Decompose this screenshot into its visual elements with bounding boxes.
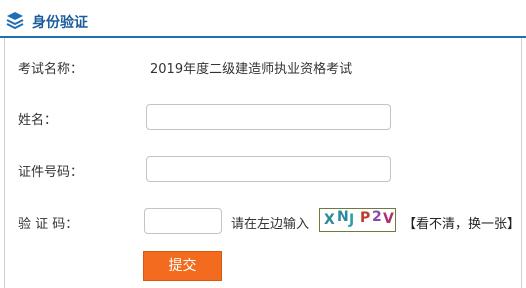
identity-verification-page: 身份验证 考试名称： 2019年度二级建造师执业资格考试 姓名： 证件号码： 验… — [0, 0, 526, 288]
captcha-char: N — [337, 209, 349, 225]
id-number-input[interactable] — [146, 156, 391, 182]
exam-name-label: 考试名称： — [18, 62, 84, 77]
exam-name-value: 2019年度二级建造师执业资格考试 — [150, 62, 353, 77]
section-title: 身份验证 — [32, 15, 88, 31]
captcha-char: P — [360, 210, 371, 226]
id-number-label: 证件号码： — [18, 165, 84, 180]
captcha-char: V — [383, 211, 394, 227]
captcha-char: X — [324, 212, 335, 228]
layers-icon — [6, 12, 24, 29]
refresh-captcha-link[interactable]: 【看不清，换一张】 — [403, 213, 520, 232]
captcha-label: 验 证 码： — [18, 217, 79, 232]
name-input[interactable] — [146, 104, 391, 130]
section-header: 身份验证 — [0, 0, 526, 38]
captcha-image[interactable]: X N J P 2 V — [319, 208, 396, 232]
name-label: 姓名： — [18, 113, 58, 128]
captcha-char: 2 — [372, 209, 382, 225]
captcha-char: J — [349, 212, 355, 228]
captcha-input[interactable] — [144, 208, 222, 234]
captcha-prompt: 请在左边输入 — [231, 217, 310, 232]
submit-button[interactable]: 提交 — [143, 251, 222, 281]
